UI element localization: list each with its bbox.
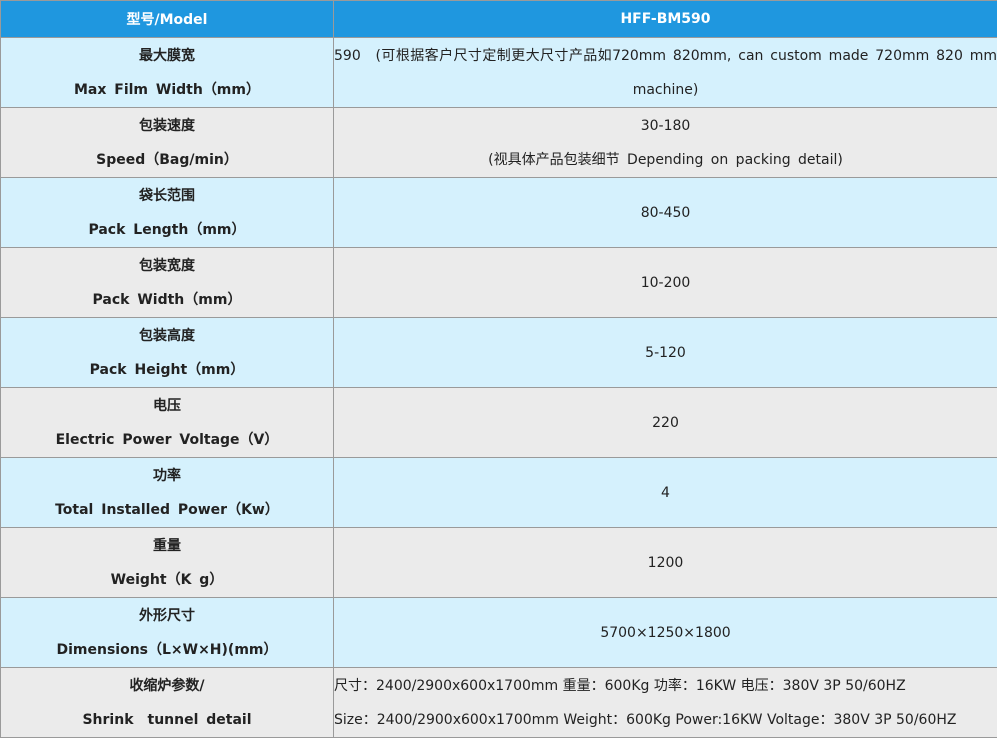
label-en: Total Installed Power（Kw） <box>55 501 279 518</box>
row-label: 袋长范围 Pack Length（mm） <box>0 177 334 248</box>
row-label: 最大膜宽 Max Film Width（mm） <box>0 37 334 108</box>
value-text-cn: 尺寸：2400/2900x600x1700mm 重量：600Kg 功率：16KW… <box>334 677 906 694</box>
label-en: Speed（Bag/min） <box>96 151 238 168</box>
row-value: 5700×1250×1800 <box>333 597 997 668</box>
label-cn: 包装高度 <box>139 327 195 344</box>
table-row: 收缩炉参数/ Shrink tunnel detail 尺寸：2400/2900… <box>0 667 997 738</box>
spec-table: 型号/Model HFF-BM590 最大膜宽 Max Film Width（m… <box>0 0 997 738</box>
row-value: 30-180 (视具体产品包装细节 Depending on packing d… <box>333 107 997 178</box>
row-value: 220 <box>333 387 997 458</box>
row-value: 10-200 <box>333 247 997 318</box>
value-text: 30-180 <box>640 117 691 134</box>
header-row: 型号/Model HFF-BM590 <box>0 0 997 38</box>
row-value: 1200 <box>333 527 997 598</box>
row-label: 包装速度 Speed（Bag/min） <box>0 107 334 178</box>
label-en: Pack Length（mm） <box>88 221 246 238</box>
table-row: 重量 Weight（K g） 1200 <box>0 527 997 598</box>
label-en: Dimensions（L×W×H)(mm） <box>56 641 278 658</box>
model-value: HFF-BM590 <box>333 0 997 38</box>
row-label: 功率 Total Installed Power（Kw） <box>0 457 334 528</box>
label-cn: 袋长范围 <box>139 187 195 204</box>
table-row: 功率 Total Installed Power（Kw） 4 <box>0 457 997 528</box>
label-cn: 包装宽度 <box>139 257 195 274</box>
table-row: 包装速度 Speed（Bag/min） 30-180 (视具体产品包装细节 De… <box>0 107 997 178</box>
label-cn: 包装速度 <box>139 117 195 134</box>
value-note: (视具体产品包装细节 Depending on packing detail) <box>488 151 843 168</box>
row-label: 外形尺寸 Dimensions（L×W×H)(mm） <box>0 597 334 668</box>
value-text: 590 (可根据客户尺寸定制更大尺寸产品如720mm 820mm, can cu… <box>334 47 997 98</box>
table-row: 电压 Electric Power Voltage（V） 220 <box>0 387 997 458</box>
row-value: 80-450 <box>333 177 997 248</box>
model-label: 型号/Model <box>0 0 334 38</box>
table-row: 最大膜宽 Max Film Width（mm） 590 (可根据客户尺寸定制更大… <box>0 37 997 108</box>
value-text-en: Size：2400/2900x600x1700mm Weight：600Kg P… <box>334 711 957 728</box>
label-cn: 重量 <box>153 537 181 554</box>
table-row: 袋长范围 Pack Length（mm） 80-450 <box>0 177 997 248</box>
row-label: 收缩炉参数/ Shrink tunnel detail <box>0 667 334 738</box>
table-row: 包装高度 Pack Height（mm） 5-120 <box>0 317 997 388</box>
label-en: Pack Width（mm） <box>92 291 242 308</box>
label-en: Weight（K g） <box>110 571 224 588</box>
label-cn: 功率 <box>153 467 181 484</box>
label-en: Electric Power Voltage（V） <box>55 431 279 448</box>
table-row: 外形尺寸 Dimensions（L×W×H)(mm） 5700×1250×180… <box>0 597 997 668</box>
label-cn: 电压 <box>153 397 181 414</box>
row-label: 电压 Electric Power Voltage（V） <box>0 387 334 458</box>
row-value: 590 (可根据客户尺寸定制更大尺寸产品如720mm 820mm, can cu… <box>333 37 997 108</box>
label-en: Pack Height（mm） <box>89 361 245 378</box>
row-value: 尺寸：2400/2900x600x1700mm 重量：600Kg 功率：16KW… <box>333 667 997 738</box>
row-label: 包装宽度 Pack Width（mm） <box>0 247 334 318</box>
row-value: 4 <box>333 457 997 528</box>
label-cn: 收缩炉参数/ <box>129 677 205 694</box>
row-label: 重量 Weight（K g） <box>0 527 334 598</box>
label-cn: 最大膜宽 <box>139 47 195 64</box>
label-en: Max Film Width（mm） <box>73 81 260 98</box>
table-row: 包装宽度 Pack Width（mm） 10-200 <box>0 247 997 318</box>
row-value: 5-120 <box>333 317 997 388</box>
row-label: 包装高度 Pack Height（mm） <box>0 317 334 388</box>
label-en: Shrink tunnel detail <box>82 711 252 728</box>
label-cn: 外形尺寸 <box>139 607 195 624</box>
